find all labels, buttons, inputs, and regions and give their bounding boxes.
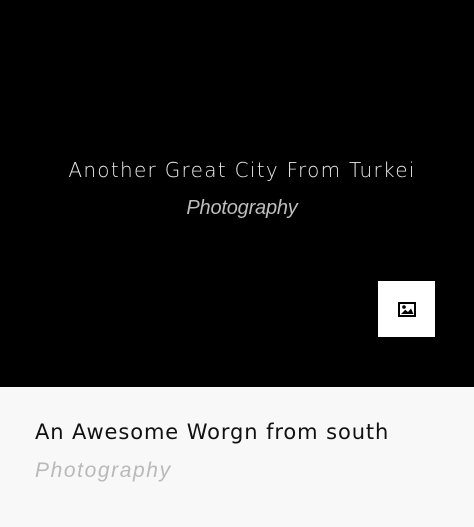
portfolio-item-title[interactable]: An Awesome Worgn from south [35,420,389,444]
portfolio-hero: Another Great City From Turkei Photograp… [0,0,474,387]
image-icon [397,301,416,317]
hero-category-link[interactable]: Photography [0,197,474,220]
portfolio-caption: An Awesome Worgn from south Photography [0,387,474,527]
open-image-button[interactable] [378,281,435,337]
portfolio-card: Another Great City From Turkei Photograp… [0,0,474,527]
portfolio-item-category[interactable]: Photography [35,459,172,483]
hero-title: Another Great City From Turkei [68,158,416,182]
